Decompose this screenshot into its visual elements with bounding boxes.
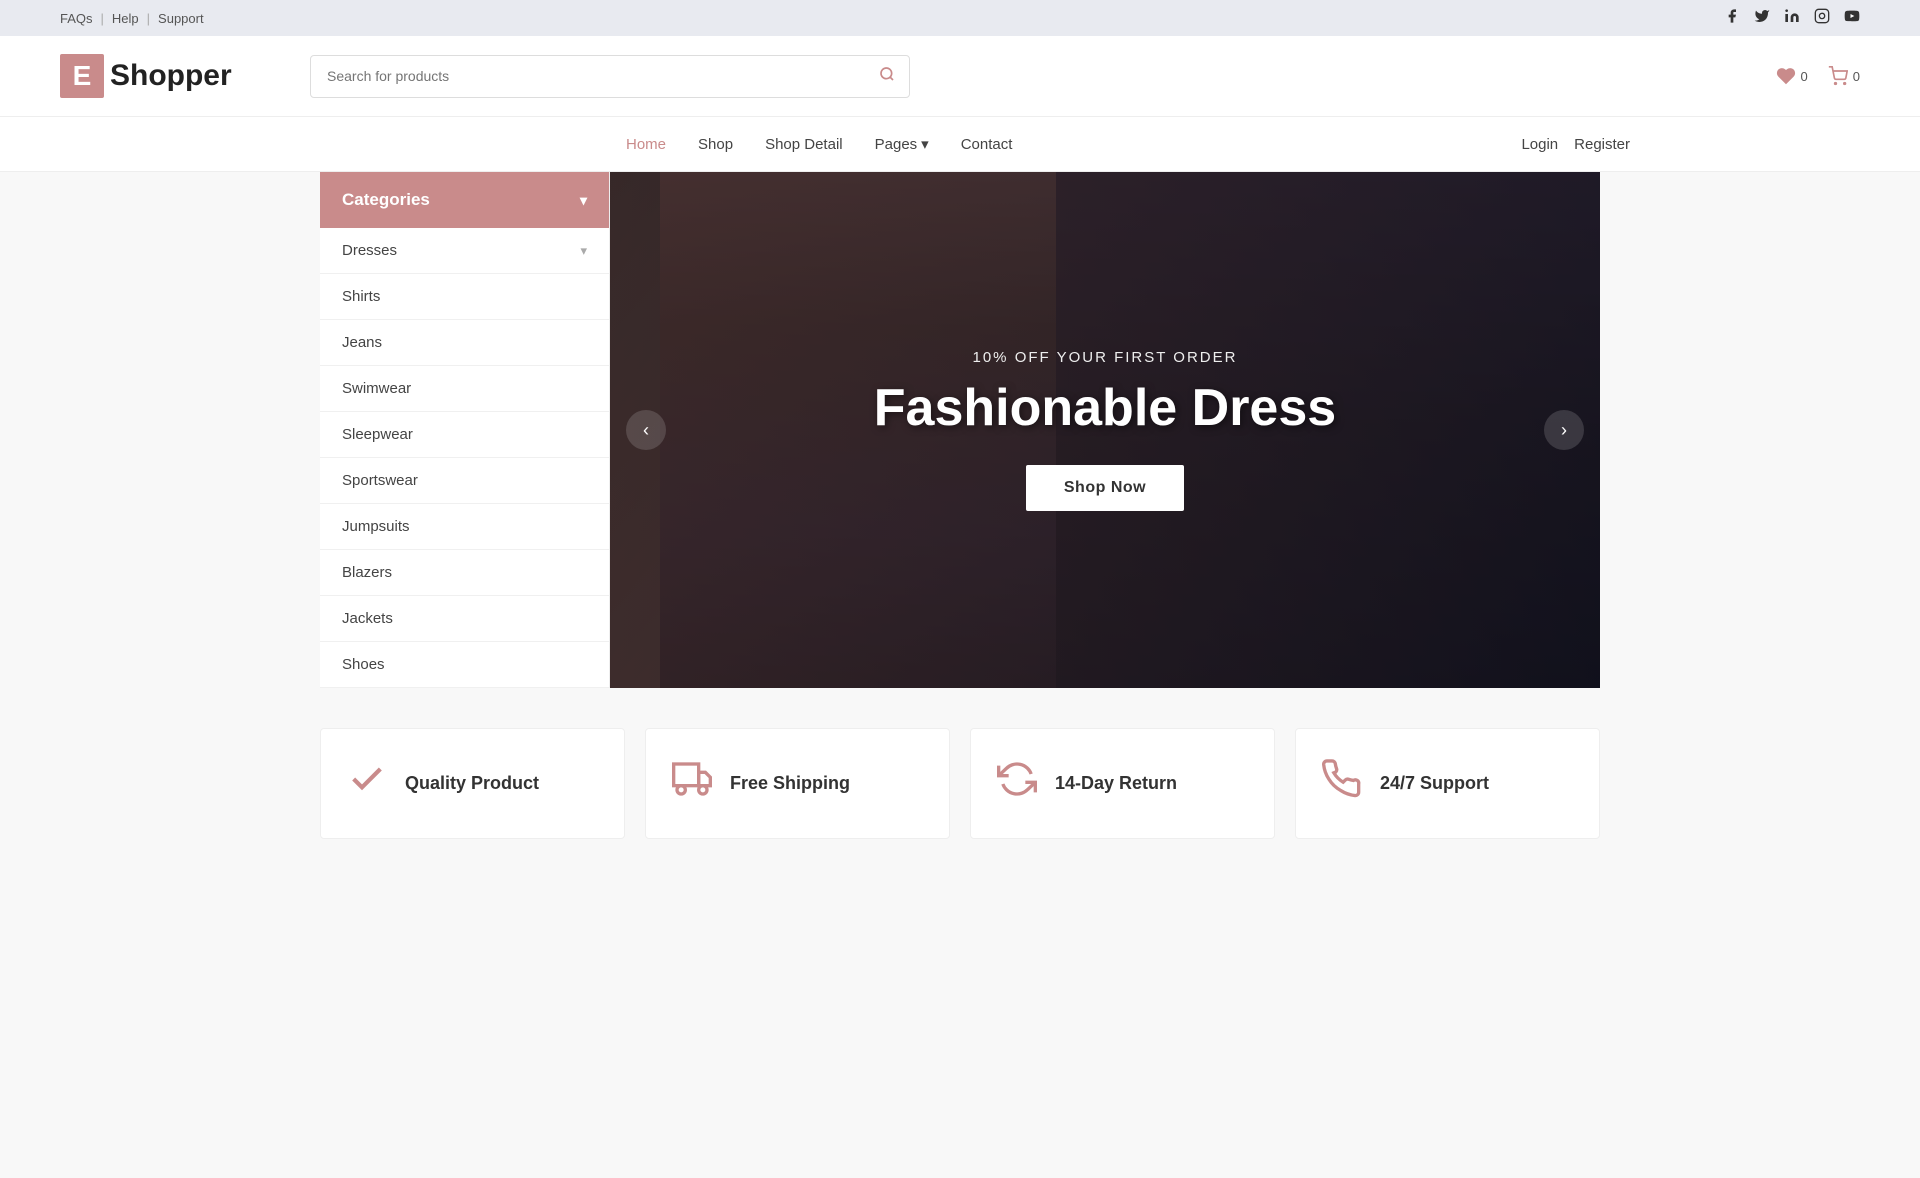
cart-count: 0 xyxy=(1853,69,1860,84)
sidebar-item-jeans[interactable]: Jeans xyxy=(320,320,609,366)
feature-shipping-label: Free Shipping xyxy=(730,773,850,794)
logo[interactable]: E Shopper xyxy=(60,54,280,98)
nav-contact[interactable]: Contact xyxy=(945,118,1029,171)
feature-quality: Quality Product xyxy=(320,728,625,839)
sep1: | xyxy=(101,11,104,26)
facebook-icon[interactable] xyxy=(1724,8,1740,28)
sidebar-item-sleepwear[interactable]: Sleepwear xyxy=(320,412,609,458)
hero-section: ‹ 10% OFF YOUR FIRST ORDER Fashionable D… xyxy=(610,172,1600,688)
topbar-help[interactable]: Help xyxy=(112,11,139,26)
logo-name: Shopper xyxy=(110,59,232,93)
feature-return: 14-Day Return xyxy=(970,728,1275,839)
hero-title: Fashionable Dress xyxy=(874,380,1336,437)
content-area: Categories ▾ Dresses ▾ Shirts Jeans Swim… xyxy=(290,172,1630,688)
nav-pages[interactable]: Pages ▾ xyxy=(859,117,945,171)
categories-chevron-icon: ▾ xyxy=(580,192,587,209)
feature-quality-label: Quality Product xyxy=(405,773,539,794)
header-actions: 0 0 xyxy=(1776,66,1860,86)
sidebar-item-swimwear[interactable]: Swimwear xyxy=(320,366,609,412)
nav-shop-detail[interactable]: Shop Detail xyxy=(749,118,859,171)
topbar-faqs[interactable]: FAQs xyxy=(60,11,93,26)
quality-icon xyxy=(345,759,389,808)
sidebar-item-blazers[interactable]: Blazers xyxy=(320,550,609,596)
instagram-icon[interactable] xyxy=(1814,8,1830,28)
youtube-icon[interactable] xyxy=(1844,8,1860,28)
categories-label: Categories xyxy=(342,190,430,210)
sidebar-item-jumpsuits[interactable]: Jumpsuits xyxy=(320,504,609,550)
sidebar-item-shirts[interactable]: Shirts xyxy=(320,274,609,320)
feature-return-label: 14-Day Return xyxy=(1055,773,1177,794)
navbar: Home Shop Shop Detail Pages ▾ Contact Lo… xyxy=(0,117,1920,172)
top-bar: FAQs | Help | Support xyxy=(0,0,1920,36)
sidebar: Categories ▾ Dresses ▾ Shirts Jeans Swim… xyxy=(320,172,610,688)
twitter-icon[interactable] xyxy=(1754,8,1770,28)
hero-subtitle: 10% OFF YOUR FIRST ORDER xyxy=(874,349,1336,366)
nav-links: Home Shop Shop Detail Pages ▾ Contact xyxy=(580,117,1028,171)
hero-prev-button[interactable]: ‹ xyxy=(626,410,666,450)
nav-shop[interactable]: Shop xyxy=(682,118,749,171)
nav-home[interactable]: Home xyxy=(610,118,682,171)
search-bar xyxy=(310,55,910,98)
header: E Shopper 0 0 xyxy=(0,36,1920,117)
wishlist-button[interactable]: 0 xyxy=(1776,66,1808,86)
dresses-chevron-icon: ▾ xyxy=(580,243,587,259)
linkedin-icon[interactable] xyxy=(1784,8,1800,28)
feature-support: 24/7 Support xyxy=(1295,728,1600,839)
hero-next-button[interactable]: › xyxy=(1544,410,1584,450)
pages-chevron-icon: ▾ xyxy=(921,135,929,153)
sidebar-item-shoes[interactable]: Shoes xyxy=(320,642,609,688)
top-bar-socials xyxy=(1724,8,1860,28)
sidebar-item-sportswear[interactable]: Sportswear xyxy=(320,458,609,504)
cart-button[interactable]: 0 xyxy=(1828,66,1860,86)
feature-shipping: Free Shipping xyxy=(645,728,950,839)
top-bar-links: FAQs | Help | Support xyxy=(60,11,204,26)
support-icon xyxy=(1320,759,1364,808)
shop-now-button[interactable]: Shop Now xyxy=(1026,465,1184,511)
features-strip: Quality Product Free Shipping 14-Day Ret… xyxy=(290,728,1630,839)
return-icon xyxy=(995,759,1039,808)
wishlist-count: 0 xyxy=(1801,69,1808,84)
login-link[interactable]: Login xyxy=(1521,136,1558,153)
register-link[interactable]: Register xyxy=(1574,136,1630,153)
topbar-support[interactable]: Support xyxy=(158,11,204,26)
shipping-icon xyxy=(670,759,714,808)
hero-content: 10% OFF YOUR FIRST ORDER Fashionable Dre… xyxy=(814,309,1396,551)
search-input[interactable] xyxy=(311,58,865,94)
search-button[interactable] xyxy=(865,56,909,97)
categories-header[interactable]: Categories ▾ xyxy=(320,172,609,228)
logo-letter: E xyxy=(60,54,104,98)
feature-support-label: 24/7 Support xyxy=(1380,773,1489,794)
sep2: | xyxy=(147,11,150,26)
sidebar-item-dresses[interactable]: Dresses ▾ xyxy=(320,228,609,274)
nav-auth: Login Register xyxy=(1521,136,1630,153)
sidebar-item-jackets[interactable]: Jackets xyxy=(320,596,609,642)
navbar-inner: Home Shop Shop Detail Pages ▾ Contact Lo… xyxy=(290,117,1630,171)
